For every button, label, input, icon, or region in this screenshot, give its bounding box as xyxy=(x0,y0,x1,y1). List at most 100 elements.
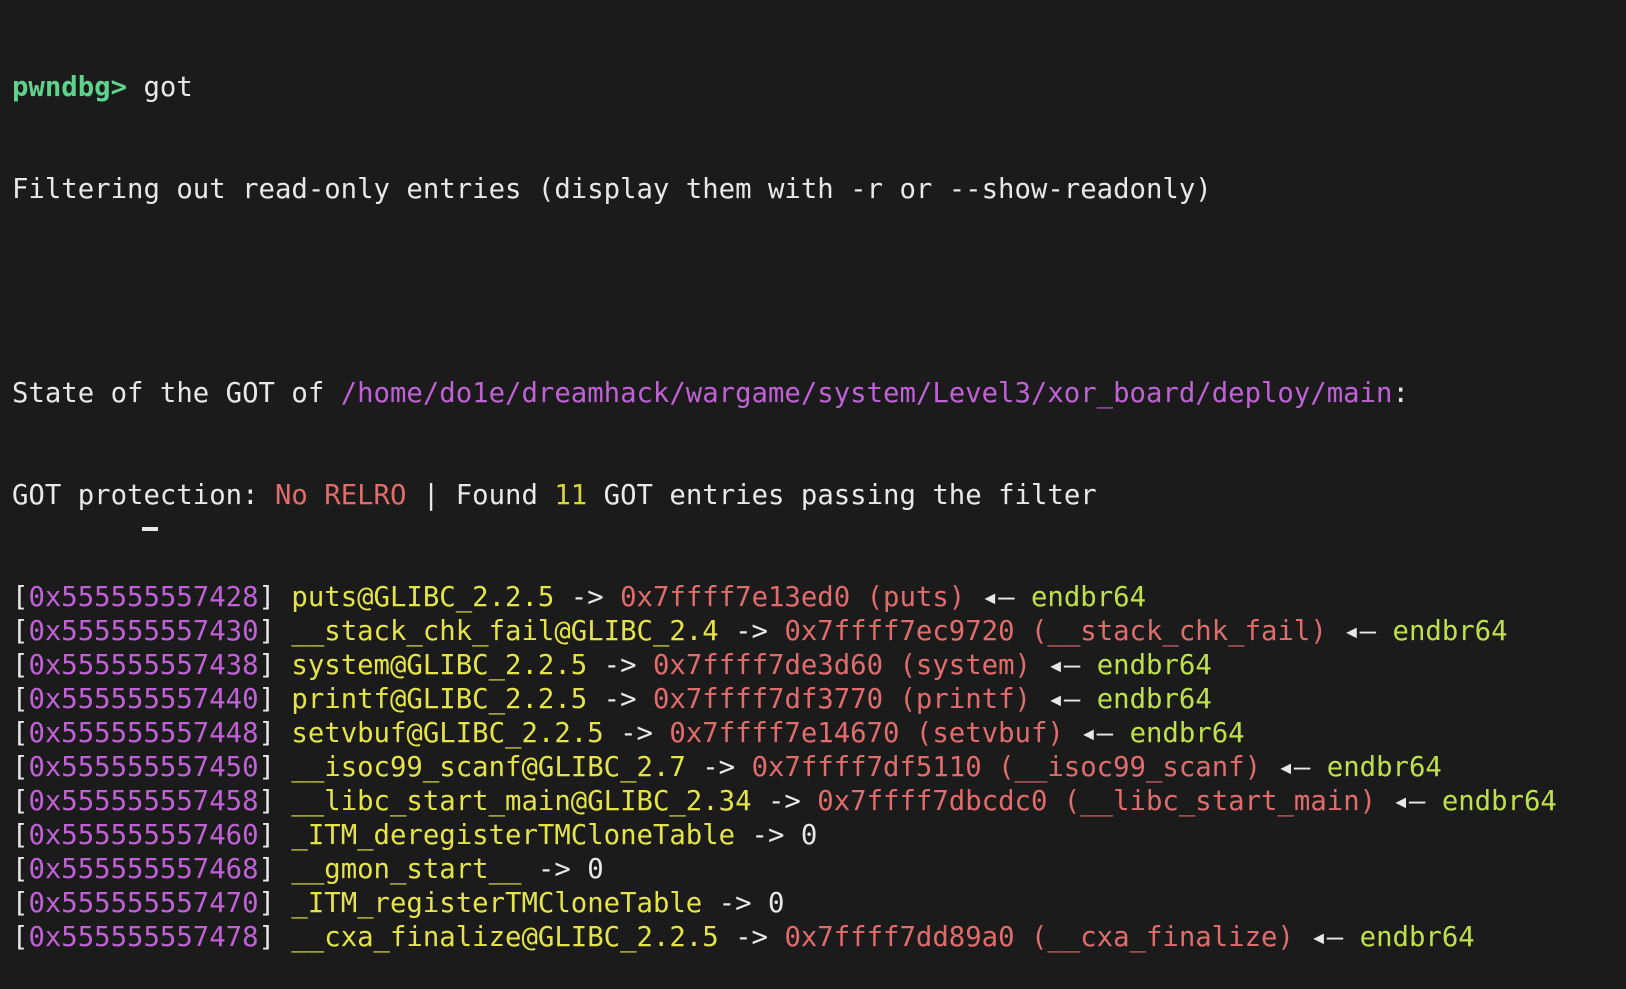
binary-path: /home/do1e/dreamhack/wargame/system/Leve… xyxy=(340,378,1393,409)
resolved-target: 0 xyxy=(768,888,785,919)
arrow: -> xyxy=(685,752,752,783)
symbol-name: printf@GLIBC_2.2.5 xyxy=(291,684,588,715)
prompt-line: pwndbg> got xyxy=(12,71,1622,105)
resolved-target: 0x7ffff7df5110 (__isoc99_scanf) xyxy=(751,752,1262,783)
instruction: endbr64 xyxy=(1359,922,1475,953)
bracket-open: [ xyxy=(12,616,29,647)
got-entry-row: [0x555555557470] _ITM_registerTMCloneTab… xyxy=(12,887,1622,921)
found-suffix: GOT entries passing the filter xyxy=(603,480,1097,511)
got-entry-row: [0x555555557440] printf@GLIBC_2.2.5 -> 0… xyxy=(12,683,1622,717)
arrow: -> xyxy=(751,786,818,817)
back-arrow: ◂— xyxy=(1261,752,1327,783)
state-suffix: : xyxy=(1392,378,1409,409)
filter-notice: Filtering out read-only entries (display… xyxy=(12,174,1212,205)
arrow: -> xyxy=(587,684,653,715)
command-text: got xyxy=(143,72,193,103)
bracket-close: ] xyxy=(258,922,292,953)
arrow: -> xyxy=(735,820,801,851)
got-address: 0x555555557468 xyxy=(28,854,259,885)
resolved-target: 0x7ffff7ec9720 (__stack_chk_fail) xyxy=(784,616,1327,647)
bracket-open: [ xyxy=(12,752,29,783)
symbol-name: _ITM_registerTMCloneTable xyxy=(291,888,703,919)
symbol-name: setvbuf@GLIBC_2.2.5 xyxy=(291,718,604,749)
bracket-close: ] xyxy=(258,650,292,681)
symbol-name: __gmon_start__ xyxy=(291,854,522,885)
got-address: 0x555555557460 xyxy=(28,820,259,851)
got-address: 0x555555557450 xyxy=(28,752,259,783)
symbol-name: puts@GLIBC_2.2.5 xyxy=(291,582,555,613)
got-entry-row: [0x555555557468] __gmon_start__ -> 0 xyxy=(12,853,1622,887)
back-arrow: ◂— xyxy=(1376,786,1442,817)
bracket-close: ] xyxy=(258,820,292,851)
got-address: 0x555555557428 xyxy=(28,582,259,613)
bracket-open: [ xyxy=(12,820,29,851)
symbol-name: system@GLIBC_2.2.5 xyxy=(291,650,588,681)
got-address: 0x555555557438 xyxy=(28,650,259,681)
got-entries: [0x555555557428] puts@GLIBC_2.2.5 -> 0x7… xyxy=(12,581,1622,955)
got-address: 0x555555557470 xyxy=(28,888,259,919)
got-state-line: State of the GOT of /home/do1e/dreamhack… xyxy=(12,377,1622,411)
instruction: endbr64 xyxy=(1096,684,1212,715)
got-entry-row: [0x555555557428] puts@GLIBC_2.2.5 -> 0x7… xyxy=(12,581,1622,615)
arrow: -> xyxy=(718,616,785,647)
bracket-open: [ xyxy=(12,684,29,715)
instruction: endbr64 xyxy=(1096,650,1212,681)
got-entry-row: [0x555555557430] __stack_chk_fail@GLIBC_… xyxy=(12,615,1622,649)
got-address: 0x555555557440 xyxy=(28,684,259,715)
back-arrow: ◂— xyxy=(1030,650,1097,681)
back-arrow: ◂— xyxy=(1063,718,1130,749)
bracket-open: [ xyxy=(12,854,29,885)
bracket-open: [ xyxy=(12,888,29,919)
got-entry-row: [0x555555557448] setvbuf@GLIBC_2.2.5 -> … xyxy=(12,717,1622,751)
arrow: -> xyxy=(554,582,621,613)
resolved-target: 0x7ffff7de3d60 (system) xyxy=(652,650,1031,681)
symbol-name: __cxa_finalize@GLIBC_2.2.5 xyxy=(291,922,719,953)
relro-status: No RELRO xyxy=(274,480,407,511)
arrow: -> xyxy=(587,650,653,681)
bracket-open: [ xyxy=(12,786,29,817)
arrow: -> xyxy=(718,922,785,953)
symbol-name: __stack_chk_fail@GLIBC_2.4 xyxy=(291,616,719,647)
symbol-name: __libc_start_main@GLIBC_2.34 xyxy=(291,786,752,817)
entry-count: 11 xyxy=(554,480,588,511)
protection-line: GOT protection: No RELRO | Found 11 GOT … xyxy=(12,479,1622,513)
got-entry-row: [0x555555557460] _ITM_deregisterTMCloneT… xyxy=(12,819,1622,853)
bracket-close: ] xyxy=(258,854,292,885)
got-entry-row: [0x555555557450] __isoc99_scanf@GLIBC_2.… xyxy=(12,751,1622,785)
prompt-label: pwndbg> xyxy=(12,72,128,103)
bracket-close: ] xyxy=(258,752,292,783)
resolved-target: 0 xyxy=(800,820,818,851)
arrow: -> xyxy=(603,718,670,749)
instruction: endbr64 xyxy=(1392,616,1508,647)
got-address: 0x555555557458 xyxy=(28,786,259,817)
bracket-close: ] xyxy=(258,582,292,613)
separator: | xyxy=(422,480,440,511)
back-arrow: ◂— xyxy=(1293,922,1360,953)
arrow: -> xyxy=(702,888,768,919)
terminal-output[interactable]: pwndbg> got Filtering out read-only entr… xyxy=(12,3,1622,989)
bracket-close: ] xyxy=(258,684,292,715)
instruction: endbr64 xyxy=(1129,718,1245,749)
resolved-target: 0x7ffff7dd89a0 (__cxa_finalize) xyxy=(784,922,1294,953)
resolved-target: 0x7ffff7dbcdc0 (__libc_start_main) xyxy=(817,786,1377,817)
symbol-name: __isoc99_scanf@GLIBC_2.7 xyxy=(291,752,686,783)
instruction: endbr64 xyxy=(1030,582,1147,613)
bracket-open: [ xyxy=(12,718,29,749)
resolved-target: 0 xyxy=(587,854,604,885)
bracket-open: [ xyxy=(12,650,29,681)
got-entry-row: [0x555555557458] __libc_start_main@GLIBC… xyxy=(12,785,1622,819)
got-entry-row: [0x555555557478] __cxa_finalize@GLIBC_2.… xyxy=(12,921,1622,955)
bracket-close: ] xyxy=(258,888,292,919)
state-prefix: State of the GOT of xyxy=(12,378,325,409)
bracket-open: [ xyxy=(12,922,29,953)
back-arrow: ◂— xyxy=(965,582,1031,613)
bracket-close: ] xyxy=(258,616,292,647)
bracket-close: ] xyxy=(258,718,292,749)
found-prefix: Found xyxy=(455,480,538,511)
got-address: 0x555555557478 xyxy=(28,922,259,953)
resolved-target: 0x7ffff7e14670 (setvbuf) xyxy=(669,718,1064,749)
bracket-open: [ xyxy=(12,582,29,613)
protection-label: GOT protection: xyxy=(12,480,259,511)
resolved-target: 0x7ffff7df3770 (printf) xyxy=(652,684,1031,715)
